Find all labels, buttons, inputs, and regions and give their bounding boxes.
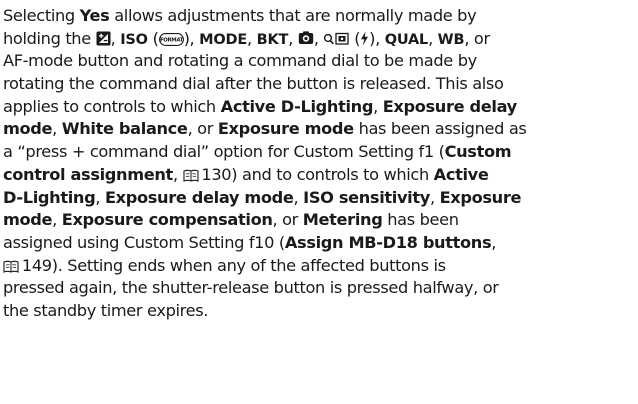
text: the standby timer expires. <box>3 300 209 320</box>
line-9: D-Lighting, Exposure delay mode, ISO sen… <box>3 187 633 210</box>
bold-term: ISO sensitivity <box>303 187 430 207</box>
text: ( <box>147 28 159 48</box>
text: , <box>247 28 257 48</box>
bold-term: Exposure <box>439 187 522 207</box>
text: ), <box>183 28 200 48</box>
bold-term: Exposure delay mode <box>104 187 294 207</box>
bold-term: Exposure mode <box>217 119 354 139</box>
iso-button-label: ISO <box>120 31 148 48</box>
text: , <box>52 210 62 230</box>
bold-term: Metering <box>302 210 383 230</box>
text: allows adjustments that are normally mad… <box>109 6 477 25</box>
line-2: holding the , ISO (FORMAT), MODE, BKT, ,… <box>3 28 633 51</box>
line-6: mode, White balance, or Exposure mode ha… <box>3 118 633 141</box>
text: applies to controls to which <box>3 96 221 116</box>
line-12: 149). Setting ends when any of the affec… <box>3 255 633 278</box>
text: assigned using Custom Setting f10 ( <box>3 232 285 252</box>
text: holding the <box>3 28 96 48</box>
text: , <box>52 119 62 139</box>
line-5: applies to controls to which Active D-Li… <box>3 96 633 119</box>
text: has been <box>382 210 459 230</box>
line-4: rotating the command dial after the butt… <box>3 73 633 96</box>
line-10: mode, Exposure compensation, or Metering… <box>3 209 633 232</box>
text: , or <box>272 210 303 230</box>
bold-term: Exposure delay <box>382 96 518 116</box>
bold-term: Exposure compensation <box>61 210 273 230</box>
qual-button-label: QUAL <box>384 31 429 48</box>
text: rotating the command dial after the butt… <box>3 74 504 94</box>
line-1: Selecting Yes allows adjustments that ar… <box>3 5 633 28</box>
line-11: assigned using Custom Setting f10 (Assig… <box>3 232 633 255</box>
line-3: AF-mode button and rotating a command di… <box>3 50 633 73</box>
wb-button-label: WB <box>437 31 465 48</box>
flash-mode-icon <box>298 31 314 46</box>
mode-button-label: MODE <box>199 31 248 48</box>
bold-term: control assignment <box>3 164 173 184</box>
text: , <box>288 28 298 48</box>
exposure-compensation-icon <box>96 31 111 46</box>
text: , <box>373 96 383 116</box>
text: , <box>313 28 324 48</box>
text: , or <box>464 28 490 48</box>
metering-icon <box>323 32 350 46</box>
text: ( <box>349 28 361 48</box>
text: has been assigned as <box>353 119 527 139</box>
text: ), <box>369 28 385 48</box>
text: , <box>95 187 105 207</box>
text: Selecting <box>3 6 80 25</box>
format-icon-label: FORMAT <box>160 37 184 43</box>
instruction-paragraph: Selecting Yes allows adjustments that ar… <box>3 5 633 323</box>
bold-term: Active <box>433 164 489 184</box>
bold-term: mode <box>3 119 53 139</box>
book-reference-icon <box>182 169 199 182</box>
text: 149). Setting ends when any of the affec… <box>19 255 446 275</box>
line-14: the standby timer expires. <box>3 300 633 323</box>
bold-term: White balance <box>61 119 188 139</box>
text: , <box>491 232 497 252</box>
bold-term: Yes <box>79 6 110 25</box>
bold-term: Custom <box>444 142 512 162</box>
format-button-icon: FORMAT <box>158 32 184 46</box>
text: , <box>428 28 438 48</box>
line-7: a “press + command dial” option for Cust… <box>3 141 633 164</box>
bold-term: Assign MB-D18 buttons <box>284 232 492 252</box>
bold-term: mode <box>3 210 53 230</box>
bold-term: Active D-Lighting <box>220 96 374 116</box>
book-reference-icon <box>3 260 19 273</box>
text: pressed again, the shutter-release butto… <box>3 278 499 298</box>
line-8: control assignment, 130) and to controls… <box>3 164 633 187</box>
line-13: pressed again, the shutter-release butto… <box>3 277 633 300</box>
text: , <box>429 187 440 207</box>
text: , <box>172 164 183 184</box>
bkt-button-label: BKT <box>256 31 289 48</box>
flash-icon <box>360 31 369 46</box>
bold-term: D-Lighting <box>3 187 96 207</box>
text: a “press + command dial” option for Cust… <box>3 142 445 162</box>
text: , or <box>187 119 218 139</box>
text: 130) and to controls to which <box>198 164 434 184</box>
text: , <box>110 28 121 48</box>
text: , <box>293 187 304 207</box>
text: AF-mode button and rotating a command di… <box>3 51 477 71</box>
